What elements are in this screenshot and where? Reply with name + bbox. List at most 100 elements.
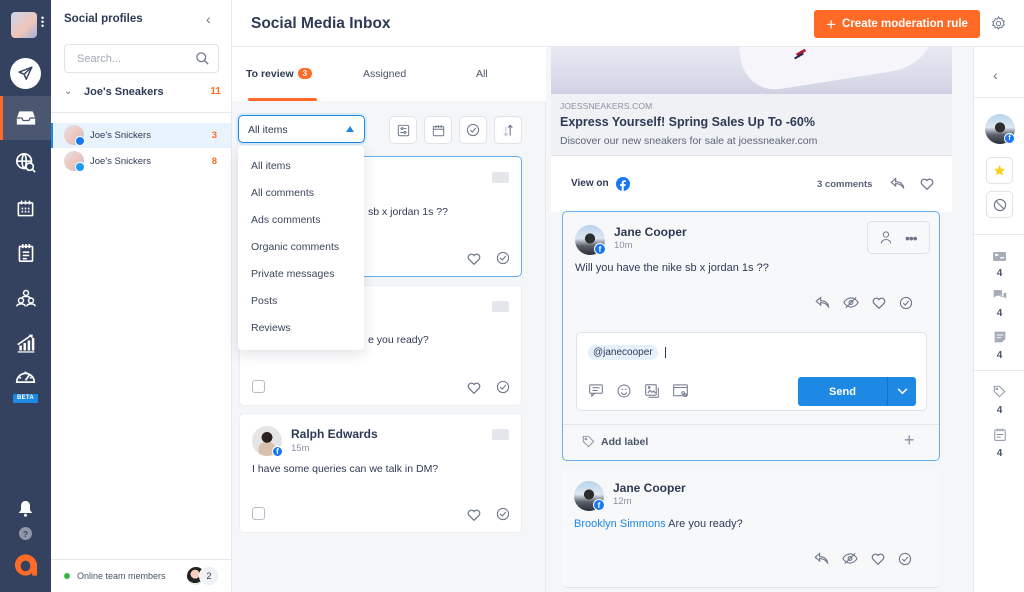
nav-notifications[interactable] <box>0 494 51 522</box>
option-organic-comments[interactable]: Organic comments <box>251 241 339 253</box>
reply-mention-tag: @janecooper <box>588 345 658 360</box>
text-cursor <box>665 347 666 358</box>
nav-content[interactable] <box>0 231 51 275</box>
workspace-avatar[interactable] <box>11 12 37 38</box>
reply-icon[interactable] <box>890 177 905 190</box>
conversation-detail: JOESSNEAKERS.COM Express Yourself! Sprin… <box>547 47 973 592</box>
nav-performance[interactable] <box>0 360 51 392</box>
heart-icon[interactable] <box>920 177 934 190</box>
heart-icon[interactable] <box>467 508 481 521</box>
chevron-down-icon <box>897 388 907 395</box>
ad-description: Discover our new sneakers for sale at jo… <box>560 135 818 147</box>
ad-link-preview[interactable]: JOESSNEAKERS.COM Express Yourself! Sprin… <box>551 94 952 156</box>
profiles-search-input[interactable] <box>65 45 185 72</box>
option-all-comments[interactable]: All comments <box>251 187 314 199</box>
image-icon[interactable] <box>645 384 659 398</box>
chevron-down-icon[interactable]: ⌄ <box>64 86 72 97</box>
add-label-bar[interactable]: Add label + <box>563 424 939 457</box>
nav-help[interactable]: ? <box>0 522 51 544</box>
check-circle-icon[interactable] <box>899 296 913 310</box>
collapse-panel-button[interactable]: ‹ <box>206 11 211 27</box>
emoji-icon[interactable] <box>617 384 631 398</box>
sort-button[interactable] <box>494 116 522 144</box>
reply-composer[interactable]: @janecooper Send <box>576 332 927 411</box>
star-icon <box>994 165 1005 176</box>
favorite-button[interactable] <box>986 157 1013 184</box>
option-private-messages[interactable]: Private messages <box>251 268 334 280</box>
tab-assigned[interactable]: Assigned <box>363 68 406 80</box>
create-moderation-rule-button[interactable]: + Create moderation rule <box>814 10 980 38</box>
facebook-icon[interactable] <box>616 177 630 191</box>
profile-item-facebook[interactable]: Joe's Snickers 3 <box>51 123 231 148</box>
nav-calendar[interactable] <box>0 186 51 230</box>
check-circle-icon[interactable] <box>496 507 510 521</box>
workspace-menu-icon[interactable]: • • • <box>41 14 44 31</box>
expand-panel-button[interactable]: ‹ <box>993 67 998 83</box>
composer-tools <box>589 384 688 398</box>
hide-icon[interactable] <box>842 552 858 565</box>
check-circle-icon[interactable] <box>898 552 912 566</box>
select-checkbox[interactable] <box>252 507 265 520</box>
send-button[interactable]: Send <box>798 377 887 406</box>
comments-icon <box>993 290 1006 299</box>
gear-icon[interactable] <box>991 16 1006 31</box>
calendar-icon <box>17 200 34 216</box>
reply-icon[interactable] <box>814 552 829 565</box>
comment-controls: ••• <box>867 221 930 254</box>
item-type-select[interactable]: All items <box>238 115 365 143</box>
option-reviews[interactable]: Reviews <box>251 322 291 334</box>
profile-group-joes-sneakers[interactable]: ⌄ Joe's Sneakers 11 <box>64 86 221 100</box>
date-filter-button[interactable] <box>424 116 452 144</box>
online-team-members[interactable]: Online team members 2 <box>51 559 231 592</box>
mark-all-done-button[interactable] <box>459 116 487 144</box>
posts-stat: 4 <box>974 330 1024 361</box>
nav-inbox[interactable] <box>0 96 51 140</box>
saved-replies-icon[interactable] <box>589 384 603 397</box>
profile-item-twitter[interactable]: Joe's Snickers 8 <box>51 149 231 174</box>
heart-icon[interactable] <box>871 552 885 565</box>
reply-icon[interactable] <box>815 296 830 309</box>
option-posts[interactable]: Posts <box>251 295 277 307</box>
more-options-icon[interactable]: ••• <box>905 231 918 245</box>
team-icon <box>15 289 36 307</box>
heart-icon[interactable] <box>872 296 886 309</box>
tab-all[interactable]: All <box>476 68 488 80</box>
nav-analytics[interactable] <box>0 321 51 365</box>
ad-domain: JOESSNEAKERS.COM <box>560 101 653 111</box>
nav-team[interactable] <box>0 276 51 320</box>
tag-icon <box>993 385 1006 398</box>
stat-count: 4 <box>996 268 1003 279</box>
check-circle-icon[interactable] <box>496 251 510 265</box>
inbox-card[interactable]: f Ralph Edwards 15m I have some queries … <box>239 413 522 533</box>
select-checkbox[interactable] <box>252 380 265 393</box>
ad-image <box>551 47 952 94</box>
check-circle-icon[interactable] <box>496 380 510 394</box>
assign-user-icon[interactable] <box>880 231 892 244</box>
profile-group-name: Joe's Sneakers <box>84 86 164 98</box>
filters-button[interactable] <box>389 116 417 144</box>
link-preview-icon[interactable] <box>673 384 688 398</box>
option-all-items[interactable]: All items <box>251 160 291 172</box>
option-ads-comments[interactable]: Ads comments <box>251 214 320 226</box>
comment-thread-item[interactable]: f Jane Cooper 10m ••• Will you have the … <box>562 211 940 461</box>
timestamp: 12m <box>613 496 632 507</box>
mention-link[interactable]: Brooklyn Simmons <box>574 518 666 530</box>
nav-compose[interactable] <box>10 58 41 89</box>
hide-icon[interactable] <box>843 296 859 309</box>
heart-icon[interactable] <box>467 252 481 265</box>
twitter-icon <box>75 162 85 172</box>
heart-icon[interactable] <box>467 381 481 394</box>
search-icon[interactable] <box>195 51 210 66</box>
tab-to-review[interactable]: To review 3 <box>246 68 313 80</box>
plus-icon[interactable]: + <box>904 430 915 451</box>
comment-thread-item[interactable]: f Jane Cooper 12m Brooklyn Simmons Are y… <box>562 468 940 588</box>
create-moderation-rule-label: Create moderation rule <box>842 18 968 30</box>
card-message: sb x jordan 1s ?? <box>368 206 448 218</box>
brand-logo-icon <box>14 554 38 576</box>
notes-icon <box>18 244 33 262</box>
labels-stat: 4 <box>974 385 1024 416</box>
comments-count[interactable]: 3 comments <box>817 179 872 190</box>
nav-listening[interactable] <box>0 141 51 185</box>
send-options-button[interactable] <box>887 377 916 406</box>
block-button[interactable] <box>986 191 1013 218</box>
